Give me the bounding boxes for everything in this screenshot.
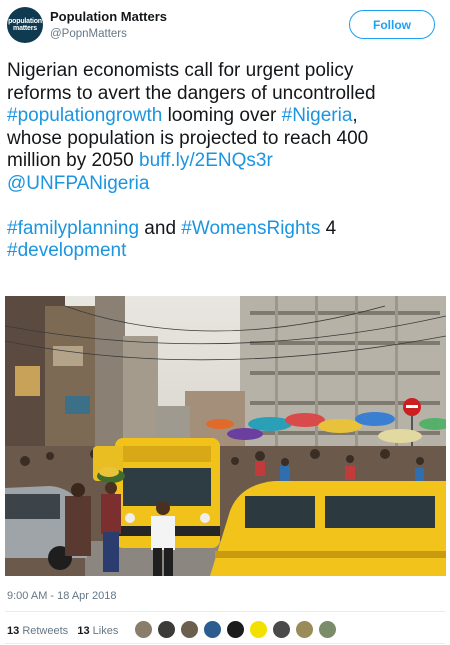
account-handle[interactable]: @PopnMatters (50, 28, 127, 40)
liker-avatar[interactable] (318, 620, 337, 639)
avatar-text-line2: matters (13, 25, 37, 32)
tweet-text: Nigerian economists call for urgent poli… (7, 60, 445, 263)
tweet-line-5: million by 2050 buff.ly/2ENQs3r (7, 150, 445, 173)
likes-label[interactable]: Likes (93, 625, 119, 637)
likes-count[interactable]: 13 (77, 625, 89, 637)
hashtag-populationgrowth[interactable]: #populationgrowth (7, 105, 162, 126)
avatar-text-line1: population (8, 18, 42, 25)
tweet-stats: 13 Retweets 13 Likes (7, 625, 118, 637)
divider-top (5, 611, 445, 612)
liker-avatar[interactable] (249, 620, 268, 639)
likers-avatars (134, 620, 341, 639)
tweet-line-3: #populationgrowth looming over #Nigeria, (7, 105, 445, 128)
tweet-link[interactable]: buff.ly/2ENQs3r (139, 150, 273, 171)
tweet-photo[interactable] (5, 296, 446, 576)
retweets-count[interactable]: 13 (7, 625, 19, 637)
account-avatar[interactable]: population matters (7, 7, 43, 43)
liker-avatar[interactable] (272, 620, 291, 639)
tweet-line-6: @UNFPANigeria (7, 173, 445, 196)
liker-avatar[interactable] (134, 620, 153, 639)
hashtag-womensrights[interactable]: #WomensRights (181, 218, 320, 239)
tweet-line-9: #development (7, 240, 445, 263)
text-4: 4 (320, 217, 337, 239)
divider-bottom (5, 643, 445, 644)
text-and: and (139, 217, 182, 239)
tweet-timestamp[interactable]: 9:00 AM - 18 Apr 2018 (7, 590, 116, 602)
account-name[interactable]: Population Matters (50, 9, 167, 24)
tweet-line-8: #familyplanning and #WomensRights 4 (7, 218, 445, 241)
liker-avatar[interactable] (226, 620, 245, 639)
text-million: million by 2050 (7, 150, 140, 171)
liker-avatar[interactable] (203, 620, 222, 639)
tweet-line-4: whose population is projected to reach 4… (7, 127, 369, 149)
retweets-label[interactable]: Retweets (22, 625, 68, 637)
tweet-header: population matters Population Matters @P… (0, 0, 450, 52)
text-comma: , (352, 105, 358, 126)
liker-avatar[interactable] (180, 620, 199, 639)
follow-button[interactable]: Follow (349, 10, 435, 39)
mention-unfpanigeria[interactable]: @UNFPANigeria (7, 173, 149, 194)
hashtag-nigeria[interactable]: #Nigeria (282, 105, 353, 126)
street-scene-illustration (5, 296, 446, 576)
tweet-line-1: Nigerian economists call for urgent poli… (7, 60, 354, 81)
liker-avatar[interactable] (157, 620, 176, 639)
tweet-line-2: reforms to avert the dangers of uncontro… (7, 82, 376, 104)
hashtag-development[interactable]: #development (7, 240, 126, 261)
hashtag-familyplanning[interactable]: #familyplanning (7, 218, 139, 239)
text-looming: looming over (162, 105, 282, 126)
liker-avatar[interactable] (295, 620, 314, 639)
